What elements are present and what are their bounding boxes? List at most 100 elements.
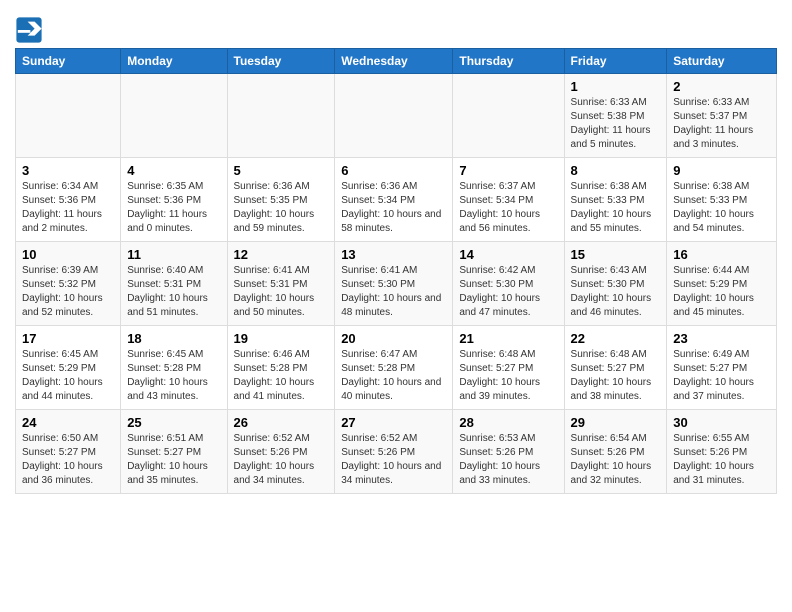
calendar-cell: 6Sunrise: 6:36 AM Sunset: 5:34 PM Daylig…	[335, 158, 453, 242]
day-number: 2	[673, 79, 770, 94]
day-number: 29	[571, 415, 661, 430]
day-info: Sunrise: 6:48 AM Sunset: 5:27 PM Dayligh…	[571, 348, 661, 404]
calendar-body: 1 Sunrise: 6:33 AM Sunset: 5:38 PM Daylig…	[16, 74, 777, 494]
calendar-table: SundayMondayTuesdayWednesdayThursdayFrid…	[15, 48, 777, 494]
calendar-week-row: 10 Sunrise: 6:39 AM Sunset: 5:32 PM Dayli…	[16, 242, 777, 326]
day-info: Sunrise: 6:40 AM Sunset: 5:31 PM Dayligh…	[127, 264, 220, 320]
day-info: Sunrise: 6:45 AM Sunset: 5:29 PM Dayligh…	[22, 348, 114, 404]
logo	[15, 16, 47, 44]
day-info: Sunrise: 6:52 AM Sunset: 5:26 PM Dayligh…	[234, 432, 329, 488]
day-info: Sunrise: 6:36 AM Sunset: 5:35 PM Dayligh…	[234, 180, 329, 236]
calendar-cell: 15Sunrise: 6:43 AM Sunset: 5:30 PM Dayli…	[564, 242, 667, 326]
calendar-cell	[335, 74, 453, 158]
day-info: Sunrise: 6:37 AM Sunset: 5:34 PM Dayligh…	[459, 180, 557, 236]
calendar-cell: 30 Sunrise: 6:55 AM Sunset: 5:26 PM Dayli…	[667, 410, 777, 494]
calendar-cell: 2 Sunrise: 6:33 AM Sunset: 5:37 PM Daylig…	[667, 74, 777, 158]
day-info: Sunrise: 6:42 AM Sunset: 5:30 PM Dayligh…	[459, 264, 557, 320]
logo-icon	[15, 16, 43, 44]
day-info: Sunrise: 6:33 AM Sunset: 5:38 PM Dayligh…	[571, 96, 661, 152]
day-info: Sunrise: 6:38 AM Sunset: 5:33 PM Dayligh…	[571, 180, 661, 236]
calendar-cell: 11 Sunrise: 6:40 AM Sunset: 5:31 PM Dayli…	[121, 242, 227, 326]
calendar-cell: 12 Sunrise: 6:41 AM Sunset: 5:31 PM Dayli…	[227, 242, 335, 326]
calendar-cell: 18 Sunrise: 6:45 AM Sunset: 5:28 PM Dayli…	[121, 326, 227, 410]
calendar-week-row: 1 Sunrise: 6:33 AM Sunset: 5:38 PM Daylig…	[16, 74, 777, 158]
weekday-header-saturday: Saturday	[667, 49, 777, 74]
weekday-header-tuesday: Tuesday	[227, 49, 335, 74]
calendar-cell	[121, 74, 227, 158]
calendar-cell: 23 Sunrise: 6:49 AM Sunset: 5:27 PM Dayli…	[667, 326, 777, 410]
calendar-header: SundayMondayTuesdayWednesdayThursdayFrid…	[16, 49, 777, 74]
calendar-cell: 7 Sunrise: 6:37 AM Sunset: 5:34 PM Daylig…	[453, 158, 564, 242]
calendar-cell: 10 Sunrise: 6:39 AM Sunset: 5:32 PM Dayli…	[16, 242, 121, 326]
day-number: 10	[22, 247, 114, 262]
day-info: Sunrise: 6:45 AM Sunset: 5:28 PM Dayligh…	[127, 348, 220, 404]
day-number: 8	[571, 163, 661, 178]
day-number: 3	[22, 163, 114, 178]
weekday-header-row: SundayMondayTuesdayWednesdayThursdayFrid…	[16, 49, 777, 74]
day-info: Sunrise: 6:49 AM Sunset: 5:27 PM Dayligh…	[673, 348, 770, 404]
calendar-cell: 28 Sunrise: 6:53 AM Sunset: 5:26 PM Dayli…	[453, 410, 564, 494]
day-number: 23	[673, 331, 770, 346]
day-number: 28	[459, 415, 557, 430]
calendar-cell: 17 Sunrise: 6:45 AM Sunset: 5:29 PM Dayli…	[16, 326, 121, 410]
calendar-cell: 13 Sunrise: 6:41 AM Sunset: 5:30 PM Dayli…	[335, 242, 453, 326]
day-number: 4	[127, 163, 220, 178]
day-number: 26	[234, 415, 329, 430]
calendar-cell: 16Sunrise: 6:44 AM Sunset: 5:29 PM Dayli…	[667, 242, 777, 326]
day-number: 18	[127, 331, 220, 346]
day-number: 11	[127, 247, 220, 262]
day-info: Sunrise: 6:50 AM Sunset: 5:27 PM Dayligh…	[22, 432, 114, 488]
day-info: Sunrise: 6:34 AM Sunset: 5:36 PM Dayligh…	[22, 180, 114, 236]
calendar-cell: 4 Sunrise: 6:35 AM Sunset: 5:36 PM Daylig…	[121, 158, 227, 242]
day-number: 13	[341, 247, 446, 262]
day-number: 17	[22, 331, 114, 346]
calendar-cell: 19Sunrise: 6:46 AM Sunset: 5:28 PM Dayli…	[227, 326, 335, 410]
calendar-week-row: 3 Sunrise: 6:34 AM Sunset: 5:36 PM Daylig…	[16, 158, 777, 242]
header	[15, 10, 777, 44]
calendar-cell	[16, 74, 121, 158]
day-number: 1	[571, 79, 661, 94]
day-number: 7	[459, 163, 557, 178]
calendar-cell: 26 Sunrise: 6:52 AM Sunset: 5:26 PM Dayli…	[227, 410, 335, 494]
day-info: Sunrise: 6:51 AM Sunset: 5:27 PM Dayligh…	[127, 432, 220, 488]
calendar-cell: 22 Sunrise: 6:48 AM Sunset: 5:27 PM Dayli…	[564, 326, 667, 410]
calendar-cell: 24 Sunrise: 6:50 AM Sunset: 5:27 PM Dayli…	[16, 410, 121, 494]
day-number: 22	[571, 331, 661, 346]
day-number: 9	[673, 163, 770, 178]
day-info: Sunrise: 6:38 AM Sunset: 5:33 PM Dayligh…	[673, 180, 770, 236]
day-info: Sunrise: 6:55 AM Sunset: 5:26 PM Dayligh…	[673, 432, 770, 488]
weekday-header-wednesday: Wednesday	[335, 49, 453, 74]
day-info: Sunrise: 6:53 AM Sunset: 5:26 PM Dayligh…	[459, 432, 557, 488]
day-number: 12	[234, 247, 329, 262]
day-number: 20	[341, 331, 446, 346]
day-info: Sunrise: 6:43 AM Sunset: 5:30 PM Dayligh…	[571, 264, 661, 320]
day-number: 30	[673, 415, 770, 430]
day-number: 25	[127, 415, 220, 430]
day-info: Sunrise: 6:41 AM Sunset: 5:30 PM Dayligh…	[341, 264, 446, 320]
day-number: 21	[459, 331, 557, 346]
day-info: Sunrise: 6:48 AM Sunset: 5:27 PM Dayligh…	[459, 348, 557, 404]
calendar-cell: 20 Sunrise: 6:47 AM Sunset: 5:28 PM Dayli…	[335, 326, 453, 410]
calendar-cell: 8 Sunrise: 6:38 AM Sunset: 5:33 PM Daylig…	[564, 158, 667, 242]
day-info: Sunrise: 6:41 AM Sunset: 5:31 PM Dayligh…	[234, 264, 329, 320]
day-info: Sunrise: 6:33 AM Sunset: 5:37 PM Dayligh…	[673, 96, 770, 152]
weekday-header-thursday: Thursday	[453, 49, 564, 74]
calendar-cell: 5 Sunrise: 6:36 AM Sunset: 5:35 PM Daylig…	[227, 158, 335, 242]
day-info: Sunrise: 6:54 AM Sunset: 5:26 PM Dayligh…	[571, 432, 661, 488]
day-info: Sunrise: 6:52 AM Sunset: 5:26 PM Dayligh…	[341, 432, 446, 488]
calendar-cell	[453, 74, 564, 158]
day-info: Sunrise: 6:35 AM Sunset: 5:36 PM Dayligh…	[127, 180, 220, 236]
calendar-week-row: 17 Sunrise: 6:45 AM Sunset: 5:29 PM Dayli…	[16, 326, 777, 410]
calendar-cell	[227, 74, 335, 158]
calendar-cell: 25 Sunrise: 6:51 AM Sunset: 5:27 PM Dayli…	[121, 410, 227, 494]
weekday-header-monday: Monday	[121, 49, 227, 74]
day-number: 14	[459, 247, 557, 262]
day-number: 5	[234, 163, 329, 178]
calendar-cell: 27Sunrise: 6:52 AM Sunset: 5:26 PM Dayli…	[335, 410, 453, 494]
day-number: 24	[22, 415, 114, 430]
day-info: Sunrise: 6:39 AM Sunset: 5:32 PM Dayligh…	[22, 264, 114, 320]
day-number: 19	[234, 331, 329, 346]
calendar-cell: 1 Sunrise: 6:33 AM Sunset: 5:38 PM Daylig…	[564, 74, 667, 158]
day-info: Sunrise: 6:47 AM Sunset: 5:28 PM Dayligh…	[341, 348, 446, 404]
calendar-cell: 29 Sunrise: 6:54 AM Sunset: 5:26 PM Dayli…	[564, 410, 667, 494]
